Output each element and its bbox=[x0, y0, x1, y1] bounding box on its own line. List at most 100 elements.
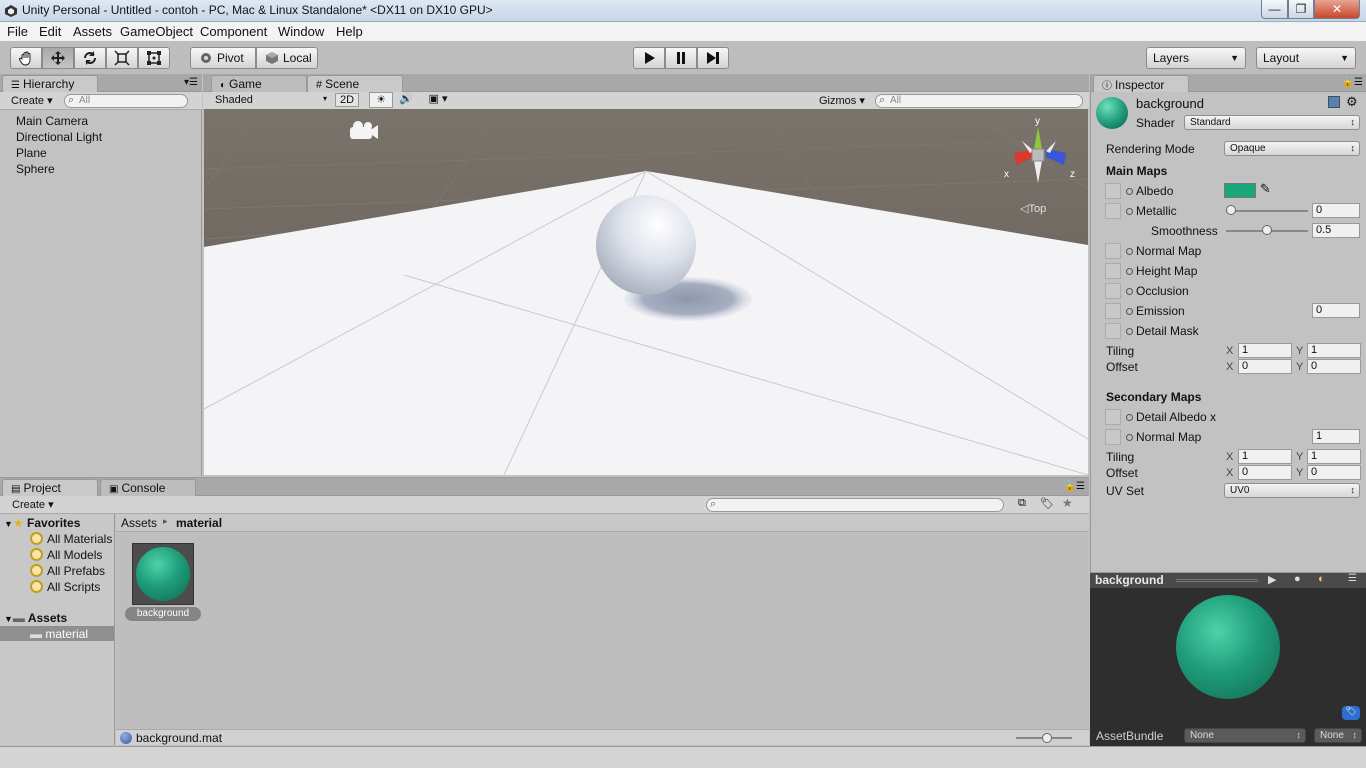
tab-hierarchy[interactable]: ☰ Hierarchy bbox=[2, 75, 98, 92]
panel-menu-icon[interactable]: ▾☰ bbox=[184, 77, 198, 88]
secondary-tiling-x-field[interactable]: 1 bbox=[1238, 449, 1292, 464]
metallic-value-field[interactable]: 0 bbox=[1312, 203, 1360, 218]
shading-mode-dropdown[interactable]: Shaded ▾ bbox=[215, 94, 327, 106]
layout-dropdown[interactable]: Layout ▼ bbox=[1256, 47, 1356, 69]
maximize-button[interactable]: ❐ bbox=[1288, 0, 1314, 19]
menu-help[interactable]: Help bbox=[336, 24, 363, 39]
menu-edit[interactable]: Edit bbox=[39, 24, 61, 39]
texture-picker-icon[interactable] bbox=[1126, 268, 1133, 275]
rotate-tool-button[interactable] bbox=[74, 47, 106, 69]
albedo-texture-slot[interactable] bbox=[1105, 183, 1121, 199]
preview-viewport[interactable]: 🏷 bbox=[1090, 588, 1366, 728]
uv-set-dropdown[interactable]: UV0 bbox=[1224, 483, 1360, 498]
pivot-toggle-button[interactable]: Pivot bbox=[190, 47, 256, 69]
breadcrumb-assets[interactable]: Assets bbox=[121, 516, 157, 530]
menu-component[interactable]: Component bbox=[200, 24, 267, 39]
texture-picker-icon[interactable] bbox=[1126, 288, 1133, 295]
texture-picker-icon[interactable] bbox=[1126, 434, 1133, 441]
menu-assets[interactable]: Assets bbox=[73, 24, 112, 39]
tab-project[interactable]: ▤ Project bbox=[2, 479, 98, 496]
hierarchy-item-plane[interactable]: Plane bbox=[16, 146, 47, 160]
move-tool-button[interactable] bbox=[42, 47, 74, 69]
tab-game[interactable]: ◐ Game bbox=[211, 75, 307, 92]
asset-name-label[interactable]: background bbox=[125, 607, 201, 621]
scene-search-input[interactable]: All bbox=[875, 94, 1083, 108]
texture-picker-icon[interactable] bbox=[1126, 188, 1133, 195]
panel-menu-icon[interactable]: 🔒☰ bbox=[1064, 481, 1085, 492]
albedo-color-swatch[interactable] bbox=[1224, 183, 1256, 198]
hierarchy-create-button[interactable]: Create ▾ bbox=[11, 94, 53, 107]
settings-gear-icon[interactable]: ⚙ bbox=[1346, 94, 1358, 110]
texture-picker-icon[interactable] bbox=[1126, 248, 1133, 255]
offset-y-field[interactable]: 0 bbox=[1307, 359, 1361, 374]
menu-window[interactable]: Window bbox=[278, 24, 324, 39]
scale-tool-button[interactable] bbox=[106, 47, 138, 69]
emission-value-field[interactable]: 0 bbox=[1312, 303, 1360, 318]
asset-thumbnail-background[interactable] bbox=[132, 543, 194, 605]
detail-mask-slot[interactable] bbox=[1105, 323, 1121, 339]
offset-x-field[interactable]: 0 bbox=[1238, 359, 1292, 374]
texture-picker-icon[interactable] bbox=[1126, 328, 1133, 335]
normal-map-slot[interactable] bbox=[1105, 243, 1121, 259]
hierarchy-search-input[interactable]: All bbox=[64, 94, 188, 108]
asset-label-tag-icon[interactable]: 🏷 bbox=[1342, 706, 1360, 720]
layers-dropdown[interactable]: Layers ▼ bbox=[1146, 47, 1246, 69]
expand-arrow-icon[interactable]: ▼ bbox=[4, 519, 13, 529]
asset-variant-dropdown[interactable]: None bbox=[1314, 728, 1362, 743]
search-by-type-icon[interactable]: ⧉ bbox=[1018, 497, 1026, 510]
emission-slot[interactable] bbox=[1105, 303, 1121, 319]
asset-bundle-dropdown[interactable]: None bbox=[1184, 728, 1306, 743]
tab-inspector[interactable]: ⓘ Inspector bbox=[1093, 75, 1189, 92]
texture-picker-icon[interactable] bbox=[1126, 414, 1133, 421]
favorite-all-models[interactable]: All Models bbox=[30, 548, 102, 562]
orientation-gizmo[interactable]: y x z bbox=[1000, 113, 1080, 193]
smoothness-slider-thumb[interactable] bbox=[1262, 225, 1272, 235]
tab-console[interactable]: ▣ Console bbox=[100, 479, 196, 496]
panel-menu-icon[interactable]: 🔒☰ bbox=[1342, 77, 1363, 88]
secondary-offset-x-field[interactable]: 0 bbox=[1238, 465, 1292, 480]
shader-dropdown[interactable]: Standard bbox=[1184, 115, 1360, 130]
scene-viewport[interactable]: y x z ◁Top bbox=[204, 109, 1088, 475]
material-folder-selected[interactable]: ▬ material bbox=[0, 626, 114, 641]
scene-lighting-icon[interactable]: ☀ bbox=[369, 92, 393, 108]
gizmos-dropdown[interactable]: Gizmos ▾ bbox=[819, 94, 865, 107]
secondary-normal-map-slot[interactable] bbox=[1105, 429, 1121, 445]
tiling-y-field[interactable]: 1 bbox=[1307, 343, 1361, 358]
secondary-offset-y-field[interactable]: 0 bbox=[1307, 465, 1361, 480]
play-button[interactable] bbox=[633, 47, 665, 69]
height-map-slot[interactable] bbox=[1105, 263, 1121, 279]
search-by-label-icon[interactable]: 🏷 bbox=[1040, 497, 1054, 510]
preview-sphere-icon[interactable]: ● bbox=[1294, 573, 1301, 585]
sphere-object[interactable] bbox=[596, 195, 696, 295]
preview-drag-handle[interactable] bbox=[1176, 579, 1258, 582]
minimize-button[interactable]: — bbox=[1261, 0, 1288, 19]
local-toggle-button[interactable]: Local bbox=[256, 47, 318, 69]
assets-tree-node[interactable]: ▼▬ Assets bbox=[4, 611, 67, 625]
secondary-tiling-y-field[interactable]: 1 bbox=[1307, 449, 1361, 464]
breadcrumb-material[interactable]: material bbox=[176, 516, 222, 530]
close-button[interactable]: ✕ bbox=[1314, 0, 1360, 19]
thumbnail-size-slider-thumb[interactable] bbox=[1042, 733, 1052, 743]
project-search-input[interactable] bbox=[706, 498, 1004, 512]
menu-gameobject[interactable]: GameObject bbox=[120, 24, 193, 39]
hierarchy-item-sphere[interactable]: Sphere bbox=[16, 162, 55, 176]
scene-audio-icon[interactable]: 🔊 bbox=[395, 92, 417, 105]
2d-toggle-button[interactable]: 2D bbox=[335, 93, 360, 107]
scene-effects-icon[interactable]: ▣ ▾ bbox=[423, 92, 453, 105]
pause-button[interactable] bbox=[665, 47, 697, 69]
expand-arrow-icon[interactable]: ▼ bbox=[4, 614, 13, 624]
eyedropper-icon[interactable]: ✎ bbox=[1260, 181, 1271, 197]
hand-tool-button[interactable] bbox=[10, 47, 42, 69]
hierarchy-item-directional-light[interactable]: Directional Light bbox=[16, 130, 102, 144]
texture-picker-icon[interactable] bbox=[1126, 208, 1133, 215]
texture-picker-icon[interactable] bbox=[1126, 308, 1133, 315]
step-button[interactable] bbox=[697, 47, 729, 69]
occlusion-slot[interactable] bbox=[1105, 283, 1121, 299]
detail-albedo-slot[interactable] bbox=[1105, 409, 1121, 425]
menu-file[interactable]: File bbox=[7, 24, 28, 39]
favorite-star-icon[interactable]: ★ bbox=[1062, 496, 1073, 510]
tiling-x-field[interactable]: 1 bbox=[1238, 343, 1292, 358]
preview-play-icon[interactable]: ▶ bbox=[1268, 573, 1276, 586]
project-create-button[interactable]: Create ▾ bbox=[12, 498, 54, 511]
preview-menu-icon[interactable]: ☰ bbox=[1348, 573, 1357, 584]
